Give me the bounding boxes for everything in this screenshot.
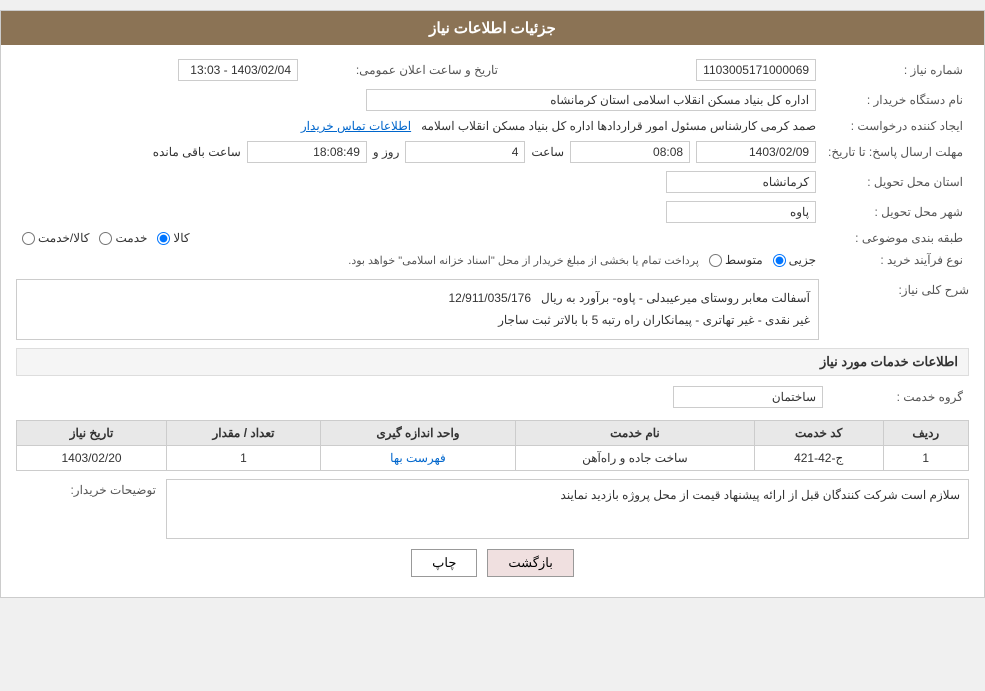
radio-kalaKhadamat-label: کالا/خدمت [38,231,89,245]
page-title: جزئیات اطلاعات نیاز [429,20,556,37]
radio-kala-item: کالا [157,231,189,245]
tarikhErsalPasokh-label: مهلت ارسال پاسخ: تا تاریخ: [822,137,969,167]
bottom-buttons: بازگشت چاپ [16,539,969,587]
col-radif: ردیف [883,421,968,446]
shahr-label: شهر محل تحویل : [822,197,969,227]
shomareNiaz-box: 1103005171000069 [696,59,816,81]
sharhKoli-line2: غیر نقدی - غیر تهاتری - پیمانکاران راه ر… [498,313,810,327]
radio-jozi[interactable] [773,254,786,267]
content-area: شماره نیاز : 1103005171000069 تاریخ و سا… [1,45,984,597]
ijadKonande-value: صمد کرمی کارشناس مسئول امور قراردادها اد… [16,115,822,137]
ostan-value: کرمانشاه [16,167,822,197]
ostan-label: استان محل تحویل : [822,167,969,197]
radio-group-farayand: متوسط جزیی [709,253,816,267]
ijadKonande-text: صمد کرمی کارشناس مسئول امور قراردادها اد… [421,119,816,133]
cell-tedad: 1 [167,446,321,471]
shahr-value: پاوه [16,197,822,227]
tosihKharidar-text: سلازم است شرکت کنندگان قبل از ارائه پیشن… [561,488,960,502]
saat-label: ساعت [531,145,564,159]
shomareNiaz-label: شماره نیاز : [822,55,969,85]
radio-jozi-label: جزیی [789,253,816,267]
cell-vahed[interactable]: فهرست بها [320,446,515,471]
basic-info-table: شماره نیاز : 1103005171000069 تاریخ و سا… [16,55,969,271]
farayand-label: نوع فرآیند خرید : [822,249,969,271]
radio-khadamat-label: خدمت [115,231,147,245]
khadamat-info-table: گروه خدمت : ساختمان [16,382,969,412]
sharhKoli-label: شرح کلی نیاز: [829,279,969,297]
cell-tarikh: 1403/02/20 [17,446,167,471]
radio-kalaKhadamat[interactable] [22,232,35,245]
col-vahed: واحد اندازه گیری [320,421,515,446]
tosihKharidar-label: توضیحات خریدار: [16,479,156,497]
namDastgah-label: نام دستگاه خریدار : [822,85,969,115]
radio-kalaKhadamat-item: کالا/خدمت [22,231,89,245]
remaining-label: ساعت باقی مانده [153,145,241,159]
sharhKoli-line1: آسفالت معابر روستای میرعیبدلی - پاوه- بر… [448,291,810,305]
tamas-link[interactable]: اطلاعات تماس خریدار [301,119,411,133]
groupeKhadamat-box: ساختمان [673,386,823,408]
saatPasokh-box: 08:08 [570,141,690,163]
ijadKonande-label: ایجاد کننده درخواست : [822,115,969,137]
radio-group-tabaqe: کالا/خدمت خدمت کالا [22,231,816,245]
services-table: ردیف کد خدمت نام خدمت واحد اندازه گیری ت… [16,420,969,471]
farayand-note: پرداخت تمام یا بخشی از مبلغ خریدار از مح… [348,254,699,267]
tarikhErsalPasokh-row: 1403/02/09 08:08 ساعت 4 روز و 18:08:49 س… [16,137,822,167]
radio-motevaset-label: متوسط [725,253,763,267]
services-table-body: 1 ج-42-421 ساخت جاده و راه‌آهن فهرست بها… [17,446,969,471]
khadamat-section-title: اطلاعات خدمات مورد نیاز [16,348,969,376]
sharhKoli-row: شرح کلی نیاز: آسفالت معابر روستای میرعیب… [16,279,969,340]
tosihKharidar-row: سلازم است شرکت کنندگان قبل از ارائه پیشن… [16,479,969,539]
tarikhElan-label: تاریخ و ساعت اعلان عمومی: [304,55,504,85]
groupeKhadamat-value: ساختمان [16,382,829,412]
services-table-head: ردیف کد خدمت نام خدمت واحد اندازه گیری ت… [17,421,969,446]
radio-kala[interactable] [157,232,170,245]
shomareNiaz-value: 1103005171000069 [534,55,822,85]
rooz-box: 4 [405,141,525,163]
radio-khadamat[interactable] [99,232,112,245]
rooz-label: روز و [373,145,400,159]
col-namKhadamat: نام خدمت [516,421,755,446]
page-wrapper: جزئیات اطلاعات نیاز شماره نیاز : 1103005… [0,10,985,598]
cell-namKhadamat: ساخت جاده و راه‌آهن [516,446,755,471]
namDastgah-value: اداره کل بنیاد مسکن انقلاب اسلامی استان … [16,85,822,115]
radio-motevaset-item: متوسط [709,253,763,267]
radio-motevaset[interactable] [709,254,722,267]
back-button[interactable]: بازگشت [487,549,573,577]
tarikhPasokh-box: 1403/02/09 [696,141,816,163]
shahr-box: پاوه [666,201,816,223]
radio-kala-label: کالا [173,231,189,245]
sharhKoli-box: آسفالت معابر روستای میرعیبدلی - پاوه- بر… [16,279,819,340]
radio-jozi-item: جزیی [773,253,816,267]
cell-radif: 1 [883,446,968,471]
groupeKhadamat-label: گروه خدمت : [829,382,969,412]
tosihKharidar-box: سلازم است شرکت کنندگان قبل از ارائه پیشن… [166,479,969,539]
tarikhElan-value: 1403/02/04 - 13:03 [16,55,304,85]
page-header: جزئیات اطلاعات نیاز [1,11,984,45]
namDastgah-box: اداره کل بنیاد مسکن انقلاب اسلامی استان … [366,89,816,111]
radio-khadamat-item: خدمت [99,231,147,245]
tabaqebandi-radios: کالا/خدمت خدمت کالا [16,227,822,249]
tabaqebandi-label: طبقه بندی موضوعی : [822,227,969,249]
col-tedad: تعداد / مقدار [167,421,321,446]
col-tarikh: تاریخ نیاز [17,421,167,446]
ostan-box: کرمانشاه [666,171,816,193]
tarikhElan-box: 1403/02/04 - 13:03 [178,59,298,81]
print-button[interactable]: چاپ [411,549,477,577]
farayand-row: متوسط جزیی پرداخت تمام یا بخشی از مبلغ خ… [16,249,822,271]
table-row: 1 ج-42-421 ساخت جاده و راه‌آهن فهرست بها… [17,446,969,471]
col-kodKhadamat: کد خدمت [754,421,883,446]
cell-kodKhadamat: ج-42-421 [754,446,883,471]
date-time-container: 1403/02/09 08:08 ساعت 4 روز و 18:08:49 س… [22,141,816,163]
saat-remaining-box: 18:08:49 [247,141,367,163]
farayand-container: متوسط جزیی پرداخت تمام یا بخشی از مبلغ خ… [22,253,816,267]
